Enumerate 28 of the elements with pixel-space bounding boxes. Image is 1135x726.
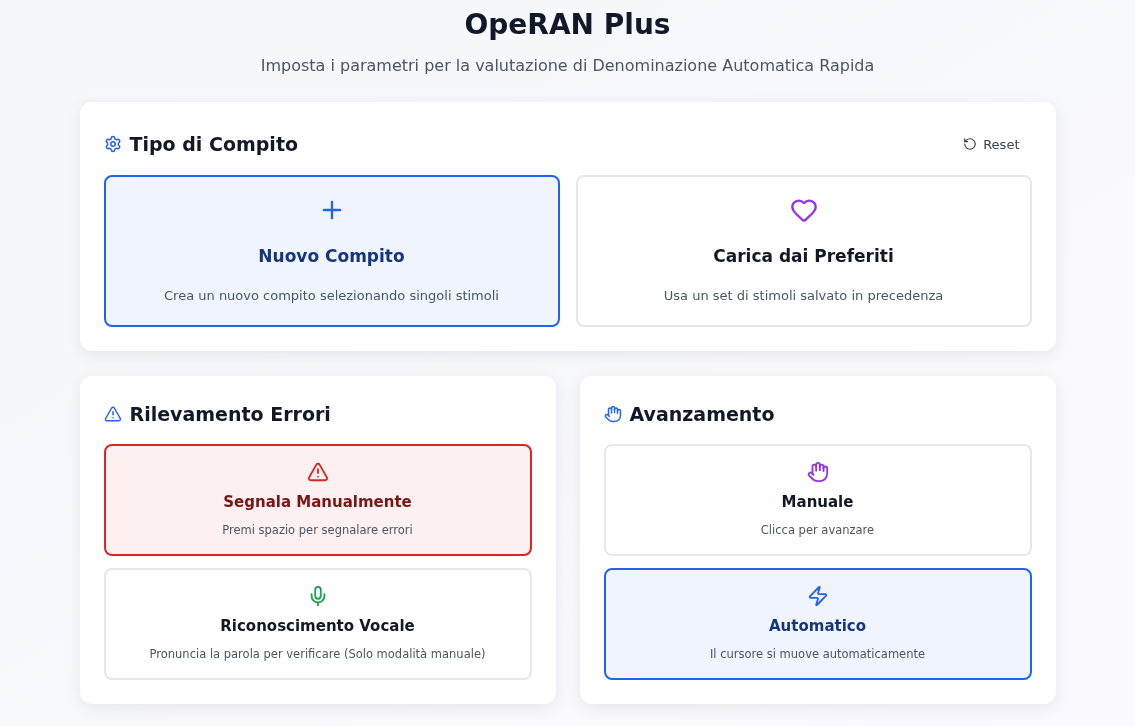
option-description: Usa un set di stimoli salvato in precedenza bbox=[663, 286, 944, 305]
option-title: Nuovo Compito bbox=[258, 245, 405, 268]
settings-icon bbox=[103, 135, 122, 154]
section-title: Rilevamento Errori bbox=[129, 401, 331, 427]
reset-button[interactable]: Reset bbox=[963, 134, 1020, 154]
option-title: Manuale bbox=[781, 492, 854, 514]
hand-icon bbox=[603, 404, 622, 423]
option-title: Riconoscimento Vocale bbox=[220, 616, 415, 638]
page-title: OpeRAN Plus bbox=[464, 7, 671, 43]
option-title: Carica dai Preferiti bbox=[713, 245, 894, 268]
section-title: Avanzamento bbox=[629, 401, 775, 427]
option-card[interactable]: Segnala Manualmente Premi spazio per segnalare errori bbox=[103, 444, 532, 556]
option-card[interactable]: Riconoscimento Vocale Pronuncia la parola per verificare (Solo modalità manuale) bbox=[103, 568, 532, 680]
option-description: Pronuncia la parola per verificare (Solo modalità manuale) bbox=[149, 645, 486, 663]
option-title: Automatico bbox=[769, 616, 866, 638]
option-card[interactable]: Manuale Clicca per avanzare bbox=[603, 444, 1032, 556]
section-title: Tipo di Compito bbox=[129, 132, 298, 157]
option-card[interactable]: Carica dai Preferiti Usa un set di stimoli salvato in precedenza bbox=[575, 174, 1032, 327]
option-description: Clicca per avanzare bbox=[760, 521, 875, 539]
warning-icon bbox=[103, 404, 122, 423]
option-description: Crea un nuovo compito selezionando singoli stimoli bbox=[164, 286, 499, 305]
option-card[interactable]: Automatico Il cursore si muove automaticamente bbox=[603, 568, 1032, 680]
option-description: Il cursore si muove automaticamente bbox=[709, 645, 926, 663]
option-title: Segnala Manualmente bbox=[223, 492, 412, 514]
option-card[interactable]: Nuovo Compito Crea un nuovo compito selezionando singoli stimoli bbox=[103, 174, 560, 327]
reset-icon bbox=[963, 137, 978, 152]
page-subtitle: Imposta i parametri per la valutazione di Denominazione Automatica Rapida bbox=[260, 55, 875, 77]
option-description: Premi spazio per segnalare errori bbox=[222, 521, 413, 539]
